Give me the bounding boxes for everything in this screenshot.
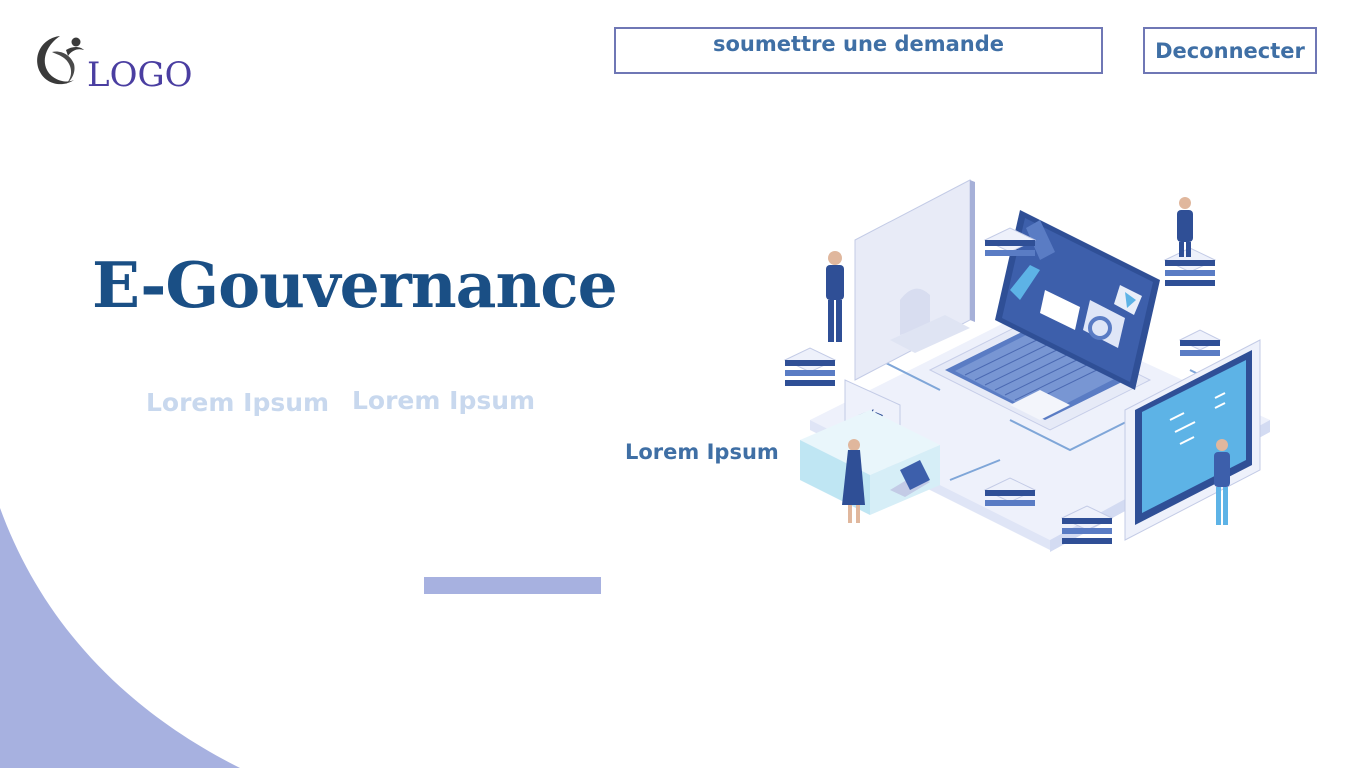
logo[interactable]: LOGO xyxy=(30,30,200,95)
logout-button[interactable]: Deconnecter xyxy=(1143,27,1317,74)
illustration-caption: Lorem Ipsum xyxy=(625,440,779,464)
accent-bar xyxy=(424,577,601,594)
logout-label: Deconnecter xyxy=(1155,38,1305,63)
isometric-technology-workspace-illustration: </> xyxy=(783,179,1270,552)
subtitle-text: Lorem Ipsum xyxy=(352,386,536,415)
decorative-corner-curve xyxy=(0,508,260,768)
logo-text: LOGO xyxy=(87,55,193,95)
page-title: E-Gouvernance xyxy=(92,248,618,322)
subtitle-text: Lorem Ipsum xyxy=(146,388,330,417)
submit-request-button[interactable]: soumettre une demande xyxy=(614,27,1103,74)
swoosh-figure-icon xyxy=(37,36,84,85)
submit-request-label: soumettre une demande xyxy=(713,32,1004,56)
